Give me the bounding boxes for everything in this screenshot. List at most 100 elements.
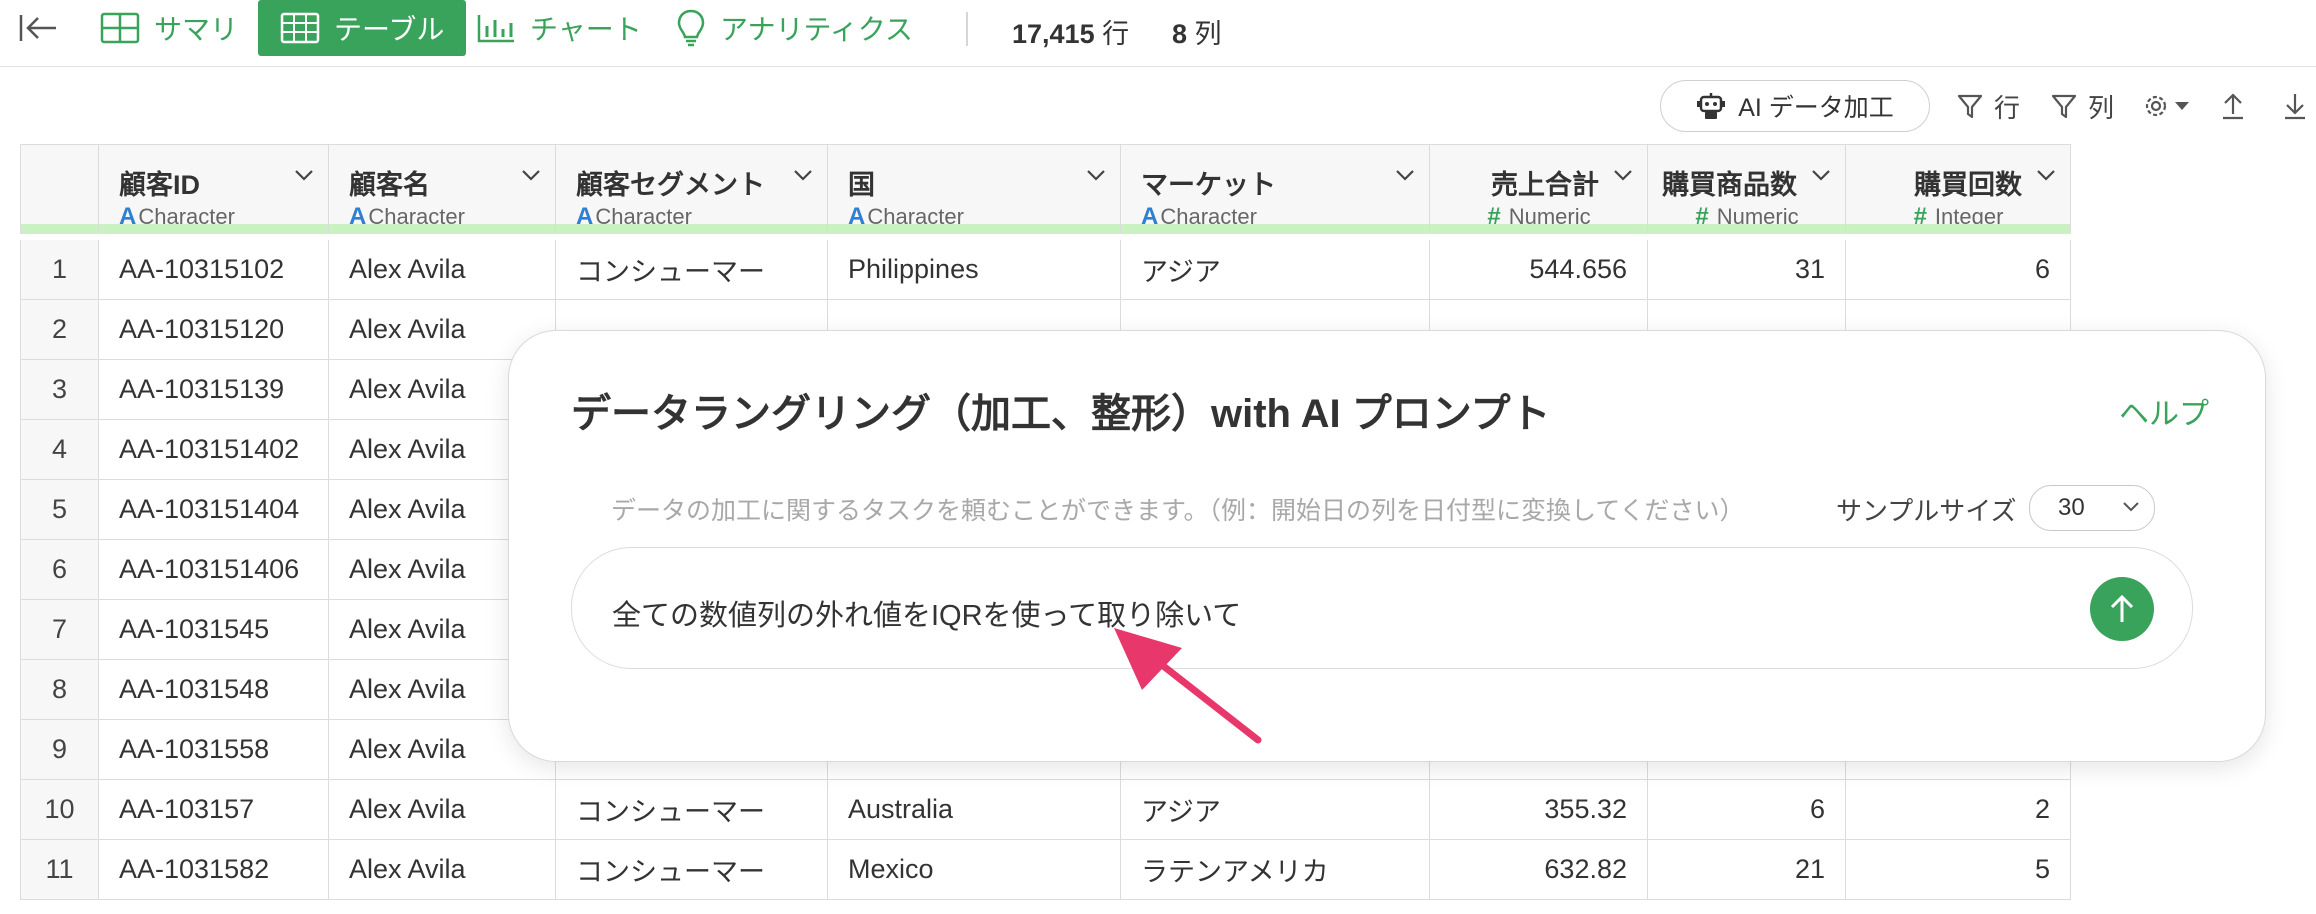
table-cell[interactable]: 21: [1648, 840, 1846, 900]
sample-size-select[interactable]: 30: [2029, 485, 2155, 531]
table-cell[interactable]: アジア: [1121, 240, 1430, 300]
table-cell[interactable]: 355.32: [1430, 780, 1648, 840]
send-button[interactable]: [2090, 577, 2154, 641]
table-cell[interactable]: 632.82: [1430, 840, 1648, 900]
table-cell[interactable]: 5: [1846, 840, 2071, 900]
table-cell[interactable]: AA-10315139: [99, 360, 329, 420]
table-cell[interactable]: アジア: [1121, 780, 1430, 840]
tab-analytics-label: アナリティクス: [720, 14, 913, 45]
filter-icon: [2051, 94, 2077, 119]
table-cell[interactable]: ラテンアメリカ: [1121, 840, 1430, 900]
column-header[interactable]: 顧客セグメント ACharacter: [556, 144, 828, 234]
tab-chart[interactable]: チャート: [476, 0, 642, 56]
column-name: 購買回数: [1914, 170, 2022, 200]
row-number: 4: [20, 420, 99, 480]
column-menu-chevron-icon[interactable]: [1612, 167, 1634, 183]
table-cell[interactable]: AA-10315102: [99, 240, 329, 300]
row-number: 3: [20, 360, 99, 420]
table-cell[interactable]: AA-103151402: [99, 420, 329, 480]
column-quality-bar: [1430, 224, 1647, 234]
filter-icon: [1957, 94, 1983, 119]
collapse-left-icon[interactable]: [18, 12, 60, 44]
column-name: 顧客セグメント: [576, 170, 765, 200]
column-menu-chevron-icon[interactable]: [792, 167, 814, 183]
column-menu-chevron-icon[interactable]: [520, 167, 542, 183]
ai-data-processing-button[interactable]: AI データ加工: [1660, 80, 1930, 132]
table-cell[interactable]: 6: [1846, 240, 2071, 300]
column-header[interactable]: 購買商品数 # Numeric: [1648, 144, 1846, 234]
help-link[interactable]: ヘルプ: [2119, 389, 2209, 433]
table-cell[interactable]: Philippines: [828, 240, 1121, 300]
tab-analytics[interactable]: アナリティクス: [676, 0, 913, 56]
column-filter-button[interactable]: 列: [2050, 80, 2114, 132]
table-cell[interactable]: AA-103151406: [99, 540, 329, 600]
tab-table-label: テーブル: [334, 14, 445, 45]
robot-icon: [1697, 93, 1726, 119]
column-quality-bar: [556, 224, 827, 234]
bar-chart-icon: [477, 15, 514, 43]
column-quality-bar: [21, 224, 98, 234]
table-cell[interactable]: 31: [1648, 240, 1846, 300]
table-cell[interactable]: Alex Avila: [329, 780, 556, 840]
column-name: 顧客名: [349, 170, 430, 200]
row-count-value: 17,415: [1012, 19, 1095, 49]
table-cell[interactable]: Mexico: [828, 840, 1121, 900]
column-quality-bar: [828, 224, 1120, 234]
column-menu-chevron-icon[interactable]: [1085, 167, 1107, 183]
column-name: 顧客ID: [119, 170, 200, 200]
table-cell[interactable]: AA-103151404: [99, 480, 329, 540]
sample-size-label: サンプルサイズ: [1836, 496, 2017, 526]
column-menu-chevron-icon[interactable]: [293, 167, 315, 183]
table-cell[interactable]: Australia: [828, 780, 1121, 840]
column-count: 8 列: [1172, 12, 1222, 51]
download-button[interactable]: [2282, 80, 2308, 132]
column-menu-chevron-icon[interactable]: [2035, 167, 2057, 183]
dialog-title: データラングリング（加工、整形）with AI プロンプト: [571, 392, 1551, 436]
row-number: 6: [20, 540, 99, 600]
table-cell[interactable]: AA-103157: [99, 780, 329, 840]
row-number: 2: [20, 300, 99, 360]
column-header[interactable]: 売上合計 # Numeric: [1430, 144, 1648, 234]
top-bar: サマリ テーブル チャート アナリティクス 17,415 行 8 列: [0, 0, 2316, 67]
row-filter-button[interactable]: 行: [1956, 80, 2020, 132]
ai-prompt-dialog: データラングリング（加工、整形）with AI プロンプト ヘルプ データの加工…: [508, 330, 2266, 762]
column-menu-chevron-icon[interactable]: [1810, 167, 1832, 183]
row-count: 17,415 行: [1012, 12, 1129, 51]
table-cell[interactable]: AA-1031548: [99, 660, 329, 720]
row-filter-label: 行: [1994, 92, 2021, 123]
column-menu-chevron-icon[interactable]: [1394, 167, 1416, 183]
tab-summary[interactable]: サマリ: [100, 0, 238, 56]
prompt-text[interactable]: 全ての数値列の外れ値をIQRを使って取り除いて: [612, 592, 1241, 634]
table-cell[interactable]: 544.656: [1430, 240, 1648, 300]
column-header[interactable]: 購買回数 # Integer: [1846, 144, 2071, 234]
gear-icon: [2145, 95, 2167, 117]
column-quality-bar: [1648, 224, 1845, 234]
table-cell[interactable]: コンシューマー: [556, 240, 828, 300]
column-header[interactable]: マーケット ACharacter: [1121, 144, 1430, 234]
row-number: 10: [20, 780, 99, 840]
upload-button[interactable]: [2220, 80, 2246, 132]
prompt-input[interactable]: 全ての数値列の外れ値をIQRを使って取り除いて: [571, 547, 2193, 669]
settings-menu-button[interactable]: [2142, 80, 2190, 132]
table-cell[interactable]: AA-1031558: [99, 720, 329, 780]
tab-summary-label: サマリ: [154, 14, 239, 45]
caret-down-icon: [2175, 102, 2189, 110]
table-cell[interactable]: Alex Avila: [329, 840, 556, 900]
table-cell[interactable]: AA-10315120: [99, 300, 329, 360]
table-cell[interactable]: コンシューマー: [556, 780, 828, 840]
column-header[interactable]: 顧客ID ACharacter: [99, 144, 329, 234]
table-cell[interactable]: AA-1031545: [99, 600, 329, 660]
table-cell[interactable]: コンシューマー: [556, 840, 828, 900]
column-header[interactable]: 顧客名 ACharacter: [329, 144, 556, 234]
column-name: 購買商品数: [1662, 170, 1797, 200]
table-cell[interactable]: Alex Avila: [329, 240, 556, 300]
column-count-unit: 列: [1194, 19, 1222, 49]
table-cell[interactable]: AA-1031582: [99, 840, 329, 900]
column-name: 国: [848, 170, 875, 200]
column-quality-bar: [329, 224, 555, 234]
sample-size-value: 30: [2058, 494, 2085, 521]
table-cell[interactable]: 6: [1648, 780, 1846, 840]
tab-table[interactable]: テーブル: [258, 0, 467, 56]
column-header[interactable]: 国 ACharacter: [828, 144, 1121, 234]
table-cell[interactable]: 2: [1846, 780, 2071, 840]
